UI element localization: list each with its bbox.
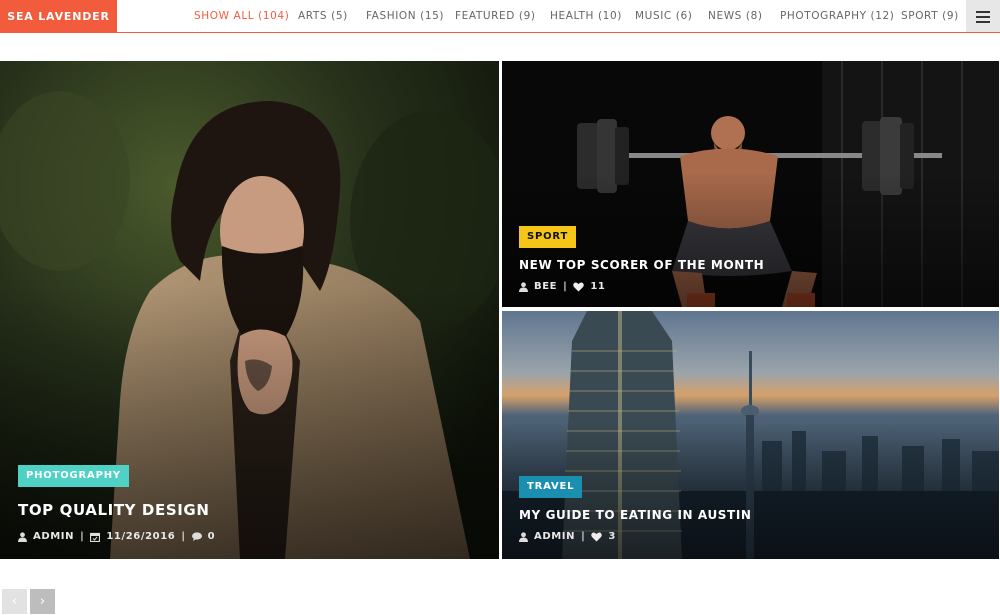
- category-badge[interactable]: TRAVEL: [519, 476, 583, 498]
- category-badge[interactable]: SPORT: [519, 226, 577, 248]
- post-tile-my-guide-austin[interactable]: TRAVEL MY GUIDE TO EATING IN AUSTIN ADMI…: [502, 311, 999, 559]
- post-author[interactable]: BEE: [534, 281, 557, 292]
- post-title[interactable]: NEW TOP SCORER OF THE MONTH: [519, 258, 764, 272]
- post-tile-new-top-scorer[interactable]: SPORT NEW TOP SCORER OF THE MONTH BEE | …: [502, 61, 999, 307]
- filter-sport[interactable]: SPORT (9): [901, 0, 959, 33]
- post-meta: BEE | 11: [519, 281, 605, 292]
- filter-photography[interactable]: PHOTOGRAPHY (12): [780, 0, 895, 33]
- filter-show-all[interactable]: SHOW ALL (104): [194, 0, 289, 33]
- filter-news[interactable]: NEWS (8): [708, 0, 763, 33]
- post-date: 11/26/2016: [106, 531, 176, 542]
- header-divider: [0, 32, 1000, 33]
- post-likes-count[interactable]: 11: [590, 281, 605, 292]
- heart-icon: [573, 282, 585, 291]
- post-meta: ADMIN | 11/26/2016 | 0: [18, 531, 215, 542]
- next-page-button[interactable]: ›: [30, 589, 55, 614]
- previous-page-button[interactable]: ‹: [2, 589, 27, 614]
- hamburger-icon[interactable]: [966, 0, 1000, 33]
- post-author[interactable]: ADMIN: [534, 531, 575, 542]
- user-icon: [519, 531, 528, 542]
- post-title[interactable]: TOP QUALITY DESIGN: [18, 501, 209, 519]
- filter-featured[interactable]: FEATURED (9): [455, 0, 536, 33]
- site-logo[interactable]: SEA LAVENDER: [0, 0, 117, 33]
- filter-music[interactable]: MUSIC (6): [635, 0, 692, 33]
- filter-fashion[interactable]: FASHION (15): [366, 0, 444, 33]
- filter-arts[interactable]: ARTS (5): [298, 0, 348, 33]
- post-likes-count[interactable]: 3: [608, 531, 616, 542]
- post-title[interactable]: MY GUIDE TO EATING IN AUSTIN: [519, 508, 752, 522]
- post-tile-top-quality-design[interactable]: PHOTOGRAPHY TOP QUALITY DESIGN ADMIN | 1…: [0, 61, 499, 559]
- calendar-icon: [90, 532, 101, 542]
- filter-health[interactable]: HEALTH (10): [550, 0, 622, 33]
- user-icon: [18, 531, 27, 542]
- post-meta: ADMIN | 3: [519, 531, 616, 542]
- category-badge[interactable]: PHOTOGRAPHY: [18, 465, 129, 487]
- top-navigation-bar: SEA LAVENDER SHOW ALL (104) ARTS (5) FAS…: [0, 0, 1000, 34]
- post-comments-count[interactable]: 0: [208, 531, 216, 542]
- post-author[interactable]: ADMIN: [33, 531, 74, 542]
- user-icon: [519, 281, 528, 292]
- heart-icon: [591, 532, 603, 541]
- comment-icon: [191, 532, 202, 541]
